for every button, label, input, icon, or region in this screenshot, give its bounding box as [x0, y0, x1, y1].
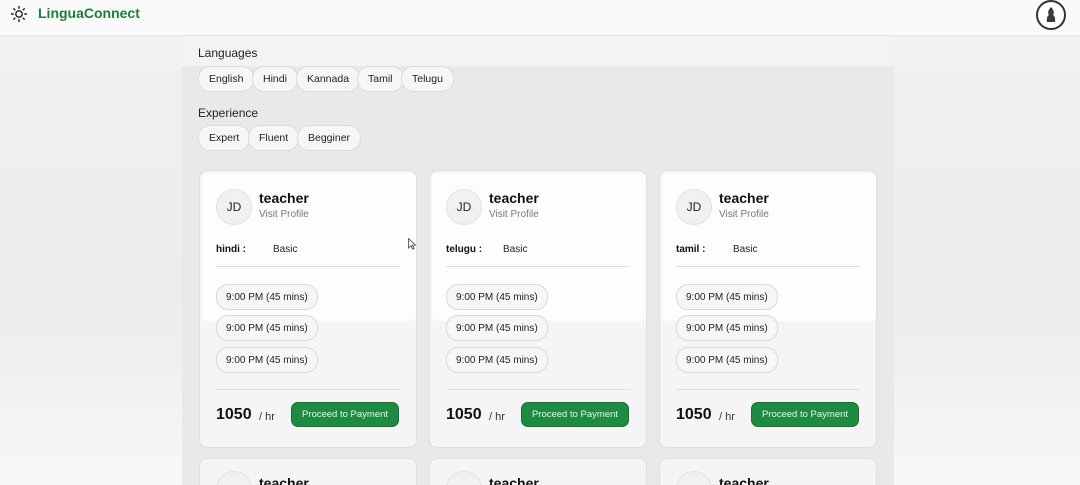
- divider: [676, 266, 860, 267]
- teacher-card: JD teacher Visit Profile hindi : Basic 9…: [199, 170, 417, 448]
- price: 1050: [216, 406, 252, 423]
- visit-profile-link[interactable]: Visit Profile: [719, 209, 769, 220]
- time-slot[interactable]: 9:00 PM (45 mins): [446, 347, 548, 373]
- language-level: Basic: [273, 244, 298, 255]
- teacher-name: teacher: [489, 190, 539, 206]
- experience-label: Experience: [198, 106, 259, 120]
- price: 1050: [676, 406, 712, 423]
- time-slot[interactable]: 9:00 PM (45 mins): [216, 315, 318, 341]
- proceed-to-payment-button[interactable]: Proceed to Payment: [291, 402, 399, 427]
- language-chip-tamil[interactable]: Tamil: [357, 66, 404, 92]
- language-chip-english[interactable]: English: [198, 66, 255, 92]
- mouse-cursor-icon: [408, 238, 416, 250]
- teacher-name: teacher: [489, 475, 539, 485]
- top-bar: LinguaConnect: [0, 0, 1080, 36]
- teacher-avatar: [676, 471, 712, 485]
- user-avatar-icon: [1039, 3, 1063, 27]
- teacher-card: teacher: [199, 458, 417, 485]
- teacher-name: teacher: [719, 475, 769, 485]
- theme-toggle-icon[interactable]: [10, 5, 28, 23]
- teacher-card: teacher: [659, 458, 877, 485]
- teacher-avatar: JD: [216, 189, 252, 225]
- price-unit: / hr: [259, 411, 275, 423]
- experience-chip-beginner[interactable]: Begginer: [297, 125, 362, 151]
- price-unit: / hr: [719, 411, 735, 423]
- teacher-language: tamil :: [676, 244, 706, 255]
- time-slot[interactable]: 9:00 PM (45 mins): [676, 315, 778, 341]
- time-slot[interactable]: 9:00 PM (45 mins): [446, 284, 548, 310]
- teacher-card: JD teacher Visit Profile telugu : Basic …: [429, 170, 647, 448]
- experience-chip-fluent[interactable]: Fluent: [248, 125, 300, 151]
- divider: [446, 266, 630, 267]
- language-level: Basic: [503, 244, 528, 255]
- teacher-language: telugu :: [446, 244, 483, 255]
- teacher-name: teacher: [259, 475, 309, 485]
- divider: [216, 389, 400, 390]
- price: 1050: [446, 406, 482, 423]
- divider: [676, 389, 860, 390]
- language-chip-telugu[interactable]: Telugu: [401, 66, 454, 92]
- proceed-to-payment-button[interactable]: Proceed to Payment: [751, 402, 859, 427]
- teacher-avatar: [446, 471, 482, 485]
- proceed-to-payment-button[interactable]: Proceed to Payment: [521, 402, 629, 427]
- user-avatar[interactable]: [1036, 0, 1066, 30]
- price-unit: / hr: [489, 411, 505, 423]
- teacher-name: teacher: [259, 190, 309, 206]
- time-slot[interactable]: 9:00 PM (45 mins): [216, 347, 318, 373]
- visit-profile-link[interactable]: Visit Profile: [489, 209, 539, 220]
- brand-logo-text[interactable]: LinguaConnect: [38, 5, 140, 21]
- time-slot[interactable]: 9:00 PM (45 mins): [676, 284, 778, 310]
- teacher-card: teacher: [429, 458, 647, 485]
- time-slot[interactable]: 9:00 PM (45 mins): [216, 284, 318, 310]
- panel-header-strip: [182, 36, 894, 66]
- divider: [446, 389, 630, 390]
- teacher-language: hindi :: [216, 244, 246, 255]
- teacher-avatar: [216, 471, 252, 485]
- teacher-avatar: JD: [676, 189, 712, 225]
- teacher-avatar: JD: [446, 189, 482, 225]
- visit-profile-link[interactable]: Visit Profile: [259, 209, 309, 220]
- language-chip-hindi[interactable]: Hindi: [252, 66, 298, 92]
- language-level: Basic: [733, 244, 758, 255]
- main-panel: Languages English Hindi Kannada Tamil Te…: [182, 36, 894, 485]
- time-slot[interactable]: 9:00 PM (45 mins): [676, 347, 778, 373]
- teacher-name: teacher: [719, 190, 769, 206]
- time-slot[interactable]: 9:00 PM (45 mins): [446, 315, 548, 341]
- languages-label: Languages: [198, 46, 258, 60]
- language-chip-kannada[interactable]: Kannada: [296, 66, 361, 92]
- experience-chip-expert[interactable]: Expert: [198, 125, 251, 151]
- divider: [216, 266, 400, 267]
- teacher-card: JD teacher Visit Profile tamil : Basic 9…: [659, 170, 877, 448]
